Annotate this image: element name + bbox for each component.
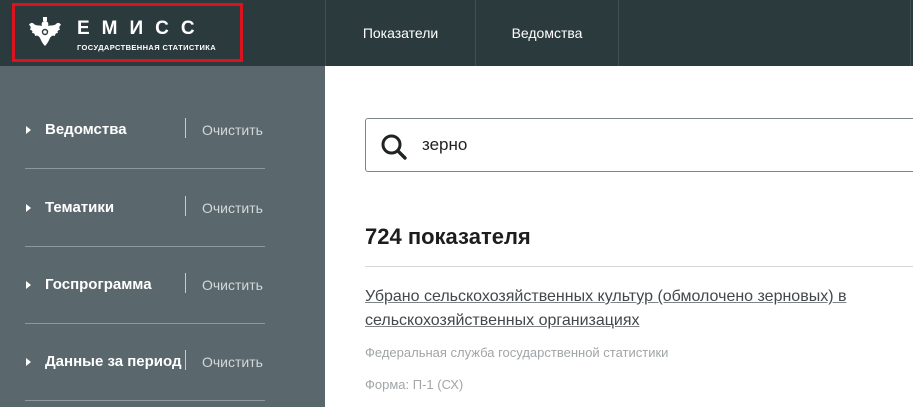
filter-clear-button[interactable]: Очистить (202, 169, 263, 246)
logo-title: ЕМИСС (77, 18, 207, 39)
filter-topics[interactable]: Тематики Очистить (25, 169, 265, 247)
result-title-link[interactable]: Убрано сельскохозяйственных культур (обм… (365, 285, 905, 333)
filter-sidebar: Ведомства Очистить Тематики Очистить Гос… (0, 66, 325, 407)
filter-label: Тематики (45, 199, 115, 216)
header-divider (618, 0, 619, 66)
nav-item-agencies[interactable]: Ведомства (476, 0, 618, 66)
chevron-right-icon (26, 125, 31, 134)
filter-clear-button[interactable]: Очистить (202, 323, 263, 400)
logo-subtitle: ГОСУДАРСТВЕННАЯ СТАТИСТИКА (77, 43, 217, 52)
filter-clear-button[interactable]: Очистить (202, 91, 263, 168)
nav-item-indicators[interactable]: Показатели (326, 0, 475, 66)
header-divider (910, 0, 911, 66)
filter-data-period[interactable]: Данные за период Очистить (25, 323, 265, 401)
search-box[interactable] (365, 118, 913, 172)
filter-separator (185, 118, 186, 138)
chevron-right-icon (26, 203, 31, 212)
search-input[interactable] (422, 129, 902, 161)
chevron-right-icon (26, 280, 31, 289)
logo[interactable]: ЕМИСС ГОСУДАРСТВЕННАЯ СТАТИСТИКА (12, 3, 243, 62)
filter-clear-button[interactable]: Очистить (202, 246, 263, 323)
double-headed-eagle-icon (29, 17, 61, 46)
filter-state-program[interactable]: Госпрограмма Очистить (25, 246, 265, 324)
filter-agencies[interactable]: Ведомства Очистить (25, 91, 265, 169)
chevron-right-icon (26, 357, 31, 366)
filter-label: Госпрограмма (45, 276, 152, 293)
result-agency: Федеральная служба государственной стати… (365, 345, 669, 360)
filter-label: Данные за период (45, 353, 182, 370)
filter-separator (185, 350, 186, 370)
result-count: 724 показателя (365, 224, 531, 249)
filter-label: Ведомства (45, 121, 127, 138)
filter-separator (185, 273, 186, 293)
search-icon[interactable] (380, 133, 408, 161)
result-divider (365, 266, 913, 267)
top-header: ЕМИСС ГОСУДАРСТВЕННАЯ СТАТИСТИКА Показат… (0, 0, 913, 66)
filter-separator (185, 196, 186, 216)
result-form: Форма: П-1 (СХ) (365, 377, 464, 392)
